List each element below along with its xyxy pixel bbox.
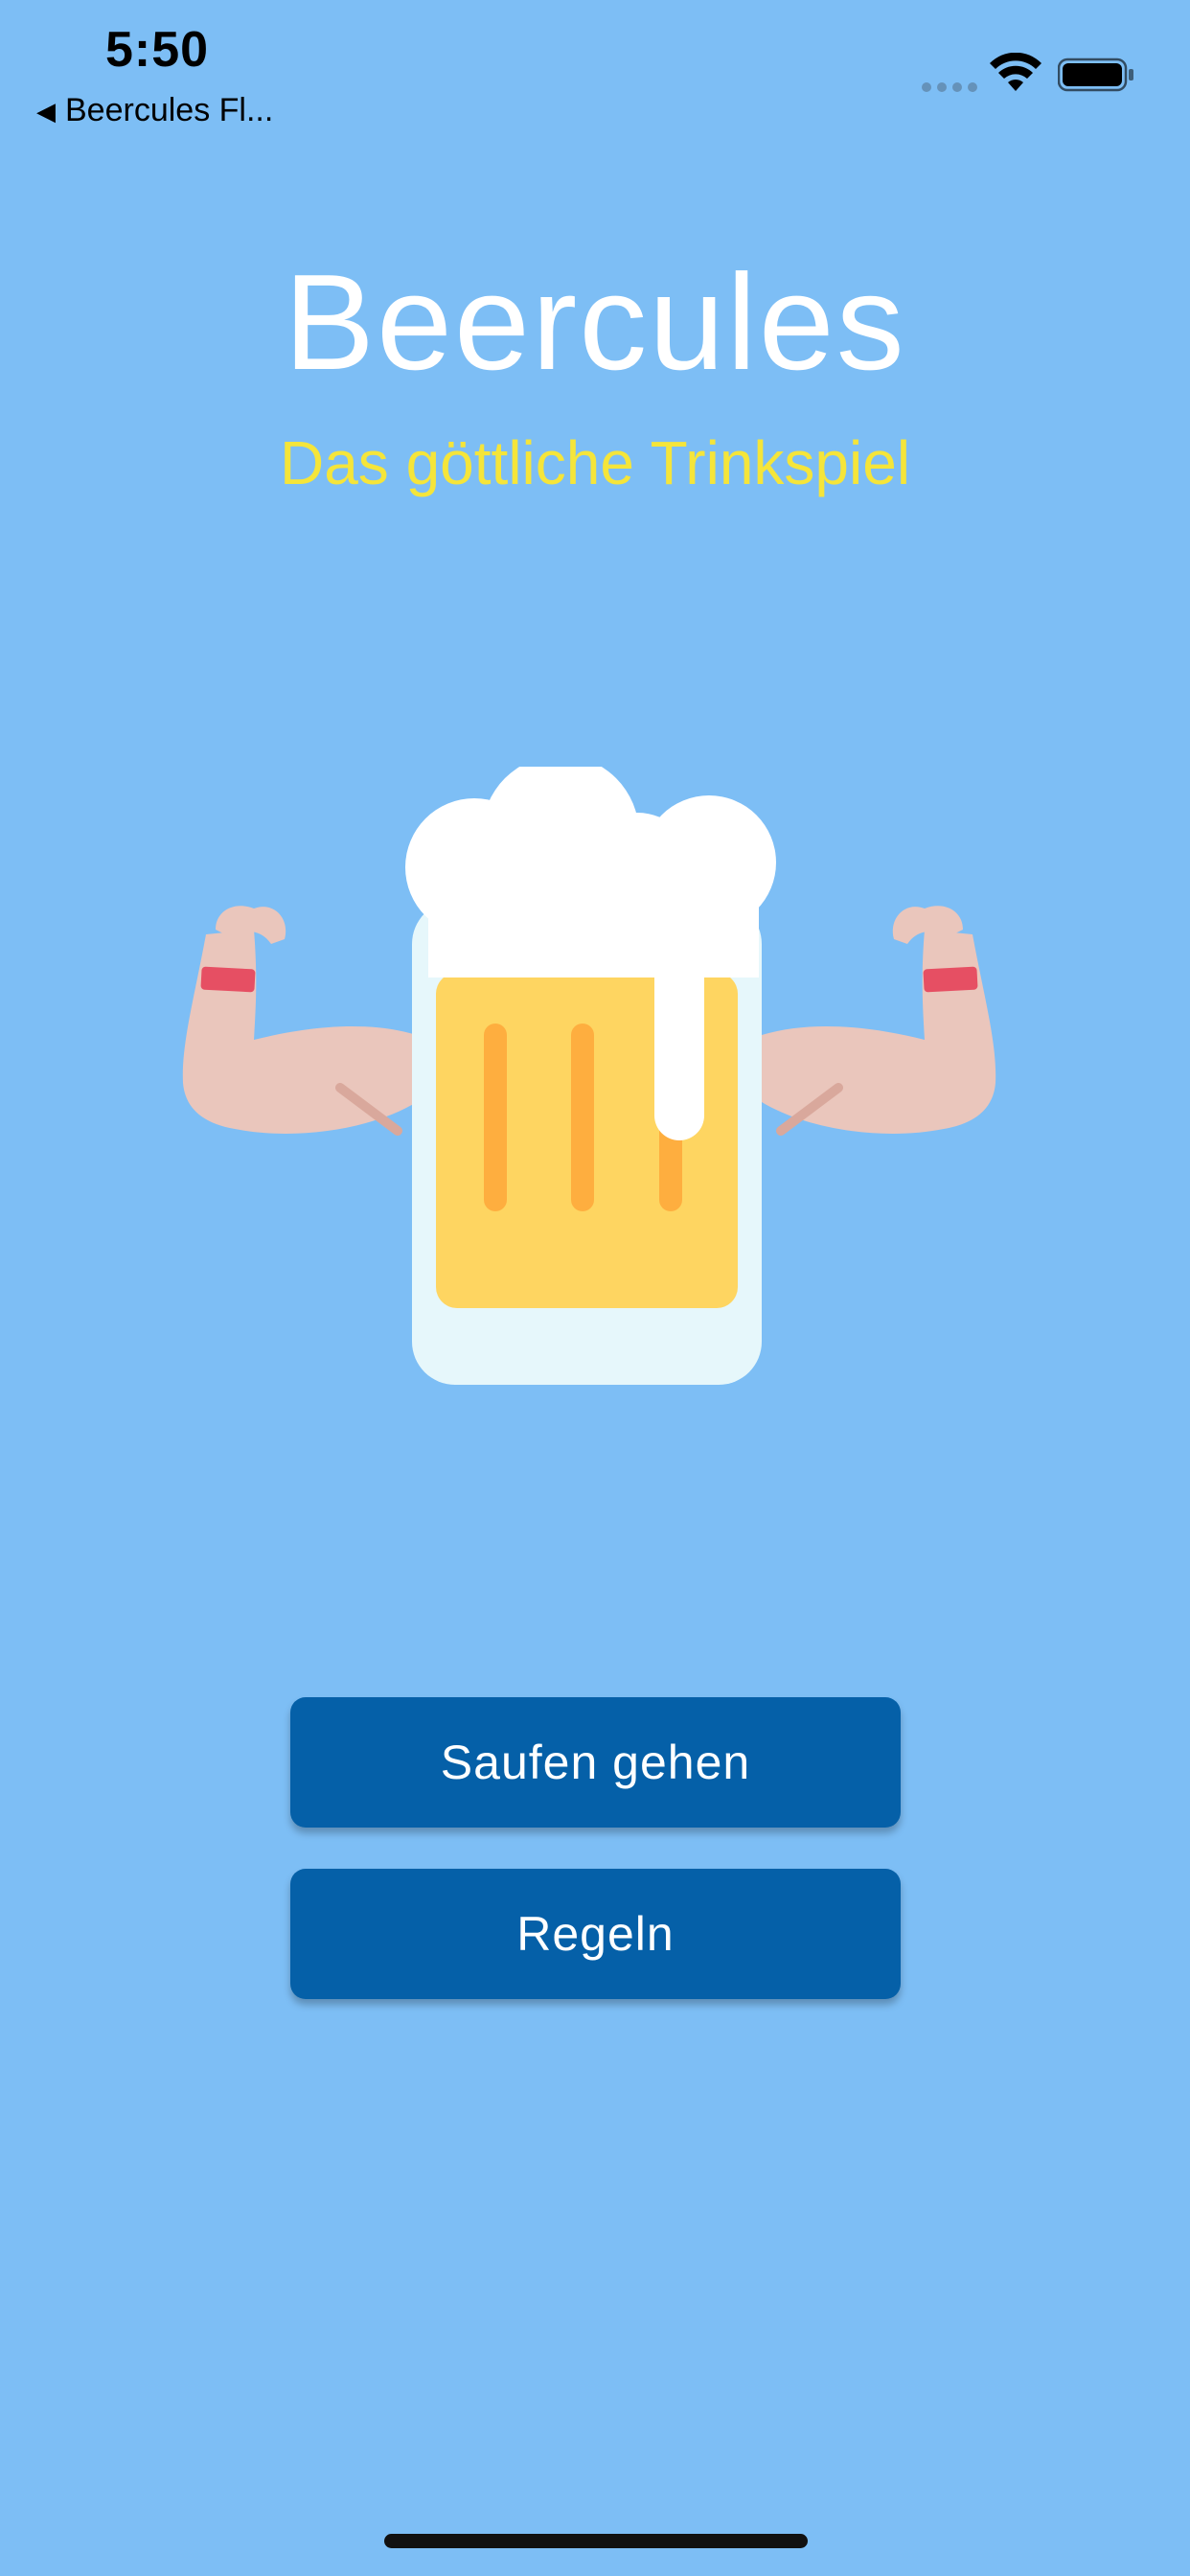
right-arm [762,906,996,1136]
cellular-signal-icon [922,82,977,92]
status-bar: 5:50 ◀ Beercules Fl... [0,0,1190,144]
app-subtitle: Das göttliche Trinkspiel [279,428,911,497]
back-triangle-icon: ◀ [36,96,56,126]
wifi-icon [990,53,1041,91]
play-button[interactable]: Saufen gehen [290,1697,901,1828]
status-time: 5:50 [105,22,210,78]
rules-button[interactable]: Regeln [290,1869,901,1999]
home-indicator[interactable] [384,2534,808,2548]
muscle-beer-icon [182,767,996,1385]
left-arm [182,906,417,1136]
app-title: Beercules [284,246,906,399]
battery-icon [1058,58,1133,92]
back-app-label: Beercules Fl... [65,92,274,128]
back-to-app-link[interactable]: ◀ Beercules Fl... [36,92,273,129]
